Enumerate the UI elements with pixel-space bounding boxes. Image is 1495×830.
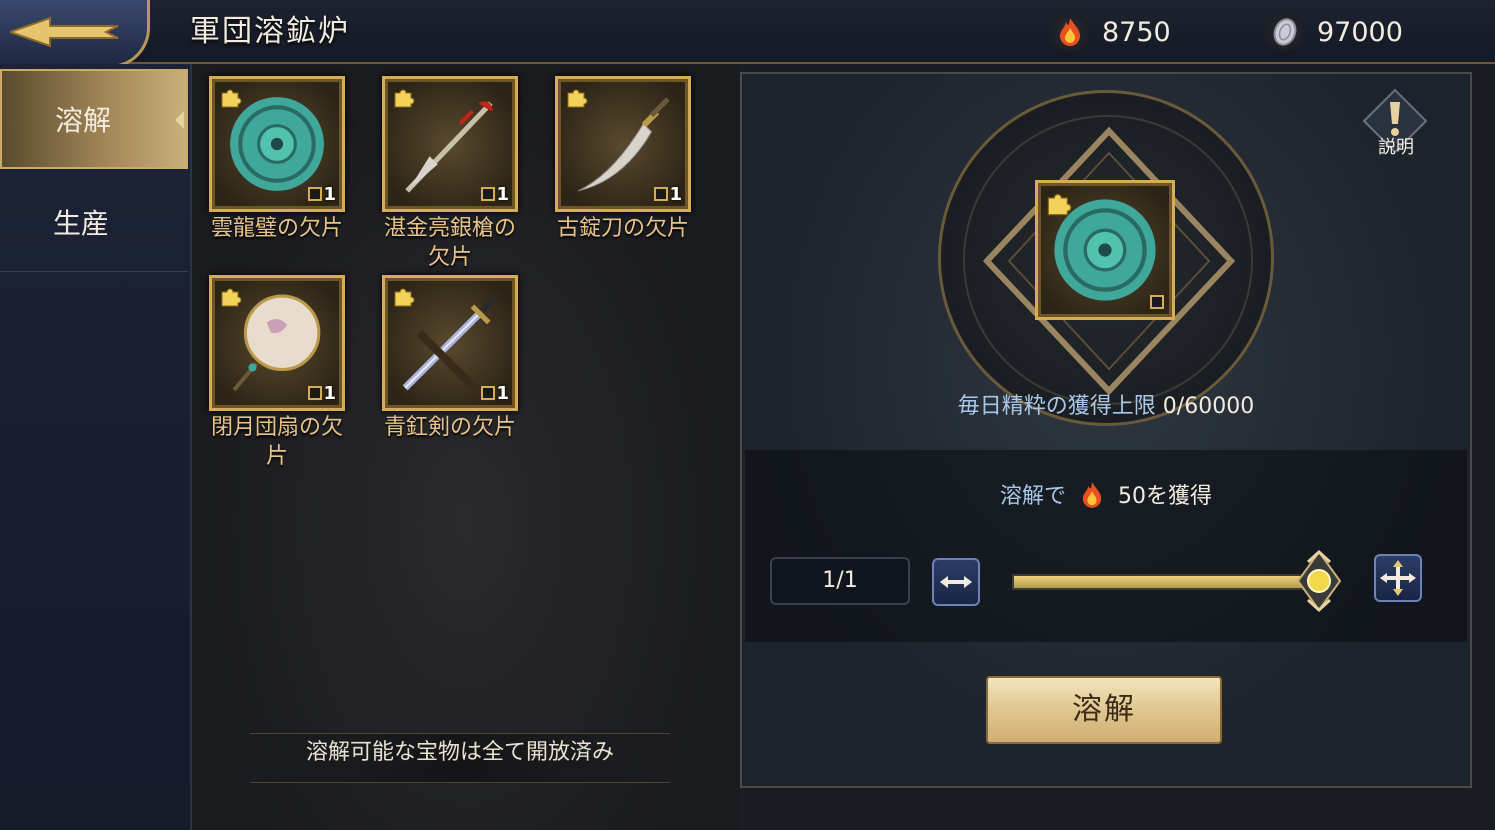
sidebar-item-label: 生産: [53, 206, 110, 240]
gain-text: 溶解で 50を獲得: [740, 478, 1472, 510]
qty-marker-icon: [481, 187, 495, 201]
item-frame: 1: [555, 76, 691, 212]
puzzle-piece-icon: [221, 288, 242, 307]
puzzle-piece-icon: [1047, 193, 1072, 216]
increase-button[interactable]: [1374, 554, 1422, 602]
item-frame: 1: [382, 275, 518, 411]
item-quantity: 1: [323, 184, 336, 205]
gain-prefix: 溶解で: [999, 484, 1066, 509]
puzzle-piece-icon: [394, 288, 415, 307]
sidebar-item-dissolve[interactable]: 溶解: [0, 69, 188, 169]
arrows-horizontal-icon: [940, 576, 972, 588]
item-frame: 1: [209, 275, 345, 411]
daily-limit: 毎日精粋の獲得上限 0/60000: [740, 388, 1472, 420]
arrows-cross-icon: [1380, 560, 1416, 596]
selected-item-slot[interactable]: [1035, 180, 1175, 320]
currency-silver: 97000: [1265, 10, 1403, 54]
item-quantity: 1: [669, 184, 682, 205]
back-button[interactable]: [0, 0, 150, 68]
back-arrow-icon: [10, 16, 119, 48]
sidebar-item-production[interactable]: 生産: [0, 172, 188, 272]
gain-value: 50を獲得: [1118, 484, 1212, 509]
item-quantity: 1: [496, 184, 509, 205]
quantity-slider[interactable]: [1012, 574, 1318, 590]
qty-marker-icon: [654, 187, 668, 201]
item-frame: 1: [209, 76, 345, 212]
essence-amount: 8750: [1102, 16, 1171, 48]
sidebar: 溶解 生産: [0, 64, 192, 830]
puzzle-piece-icon: [394, 89, 415, 108]
item-card[interactable]: 1 古錠刀の欠片: [553, 76, 693, 243]
qty-marker-icon: [481, 386, 495, 400]
currency-essence: 8750: [1050, 10, 1171, 54]
page-title: 軍団溶鉱炉: [190, 14, 350, 49]
item-quantity: 1: [323, 383, 336, 404]
unlock-notice: 溶解可能な宝物は全て開放済み: [250, 733, 670, 783]
fire-essence-icon: [1050, 12, 1090, 52]
dissolve-button[interactable]: 溶解: [986, 676, 1222, 744]
daily-limit-label: 毎日精粋の獲得上限: [957, 394, 1156, 419]
item-name: 湛金亮銀槍の欠片: [383, 216, 516, 270]
silver-amount: 97000: [1317, 16, 1403, 48]
item-name: 古錠刀の欠片: [556, 216, 689, 241]
item-card[interactable]: 1 湛金亮銀槍の欠片: [380, 76, 520, 272]
sidebar-item-label: 溶解: [55, 104, 112, 137]
help-label: 説明: [1378, 137, 1414, 158]
qty-marker-icon: [1150, 295, 1164, 309]
daily-limit-value: 0/60000: [1162, 394, 1255, 419]
slider-handle-icon[interactable]: [1296, 550, 1342, 612]
item-frame: 1: [382, 76, 518, 212]
item-card[interactable]: 1 雲龍璧の欠片: [207, 76, 347, 243]
slider-fill: [1014, 576, 1316, 588]
item-card[interactable]: 1 青釭剣の欠片: [380, 275, 520, 442]
silver-coin-icon: [1265, 12, 1305, 52]
qty-marker-icon: [308, 187, 322, 201]
decrease-button[interactable]: [932, 558, 980, 606]
item-name: 青釭剣の欠片: [383, 415, 516, 440]
item-quantity: 1: [496, 383, 509, 404]
item-card[interactable]: 1 閉月団扇の欠片: [207, 275, 347, 471]
item-name: 雲龍璧の欠片: [210, 216, 343, 241]
quantity-display: 1/1: [770, 557, 910, 605]
puzzle-piece-icon: [221, 89, 242, 108]
fire-essence-icon: [1082, 482, 1102, 508]
item-name: 閉月団扇の欠片: [210, 415, 343, 469]
qty-marker-icon: [308, 386, 322, 400]
puzzle-piece-icon: [567, 89, 588, 108]
active-indicator-icon: [175, 111, 184, 129]
